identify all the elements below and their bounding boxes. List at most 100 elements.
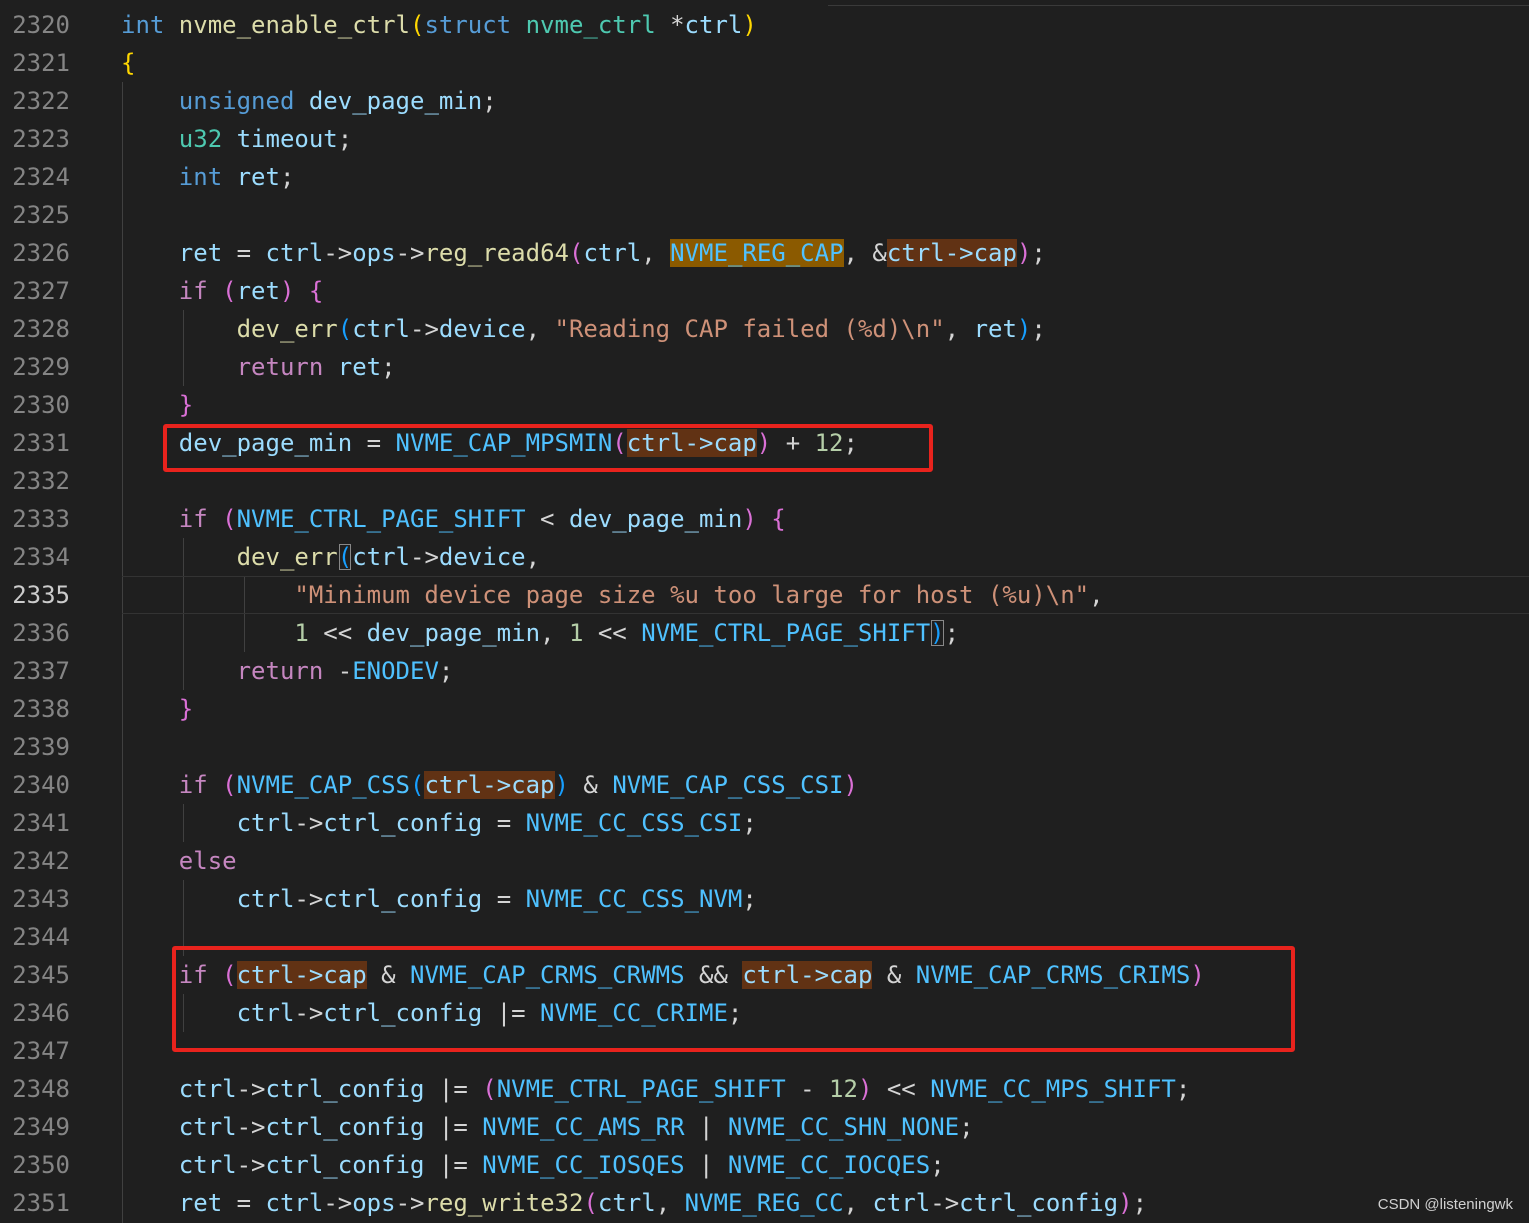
code-token: ctrl	[265, 1189, 324, 1217]
code-token: ,	[1089, 581, 1104, 609]
code-token: device	[438, 315, 526, 343]
code-token: )	[930, 619, 945, 647]
code-token: NVME_REG_CAP	[670, 239, 844, 267]
code-text: ctrl->ctrl_config = NVME_CC_CSS_CSI;	[121, 804, 757, 842]
code-text: "Minimum device page size %u too large f…	[121, 576, 1104, 614]
code-text: int nvme_enable_ctrl(struct nvme_ctrl *c…	[121, 6, 757, 44]
code-token: dev_page_min	[568, 505, 743, 533]
line-number: 2329	[12, 353, 70, 381]
code-token: ctrl_config	[265, 1151, 425, 1179]
code-line[interactable]: 2324 int ret;	[0, 158, 1529, 196]
code-line[interactable]: 2321 {	[0, 44, 1529, 82]
code-token: ops	[352, 1189, 396, 1217]
code-text: ret = ctrl->ops->reg_read64(ctrl, NVME_R…	[121, 234, 1046, 272]
code-token: ctrl	[178, 1151, 237, 1179]
code-line[interactable]: 2335 "Minimum device page size %u too la…	[0, 576, 1529, 614]
code-line[interactable]: 2341 ctrl->ctrl_config = NVME_CC_CSS_CSI…	[0, 804, 1529, 842]
line-number: 2332	[12, 467, 70, 495]
code-token: ctrl	[236, 809, 295, 837]
code-line[interactable]: 2320 int nvme_enable_ctrl(struct nvme_ctr…	[0, 6, 1529, 44]
line-number: 2348	[12, 1075, 70, 1103]
code-line[interactable]: 2348 ctrl->ctrl_config |= (NVME_CTRL_PAG…	[0, 1070, 1529, 1108]
code-token: ENODEV	[352, 657, 439, 685]
line-number: 2338	[12, 695, 70, 723]
line-number: 2342	[12, 847, 70, 875]
code-line[interactable]: 2343 ctrl->ctrl_config = NVME_CC_CSS_NVM…	[0, 880, 1529, 918]
code-line[interactable]: 2342 else	[0, 842, 1529, 880]
code-text: unsigned dev_page_min;	[121, 82, 497, 120]
code-token: ctrl	[265, 239, 324, 267]
line-number: 2334	[12, 543, 70, 571]
code-token: ctrl_config	[265, 1113, 425, 1141]
code-line[interactable]: 2330 }	[0, 386, 1529, 424]
code-text: if (NVME_CTRL_PAGE_SHIFT < dev_page_min)…	[121, 500, 786, 538]
line-number: 2347	[12, 1037, 70, 1065]
code-token: NVME_CC_IOSQES	[482, 1151, 685, 1179]
code-line[interactable]: 2334 dev_err(ctrl->device,	[0, 538, 1529, 576]
code-token: device	[438, 543, 526, 571]
code-line[interactable]: 2351 ret = ctrl->ops->reg_write32(ctrl, …	[0, 1184, 1529, 1222]
code-line[interactable]: 2336 1 << dev_page_min, 1 << NVME_CTRL_P…	[0, 614, 1529, 652]
code-token: ;	[1175, 1075, 1191, 1103]
code-token: (	[409, 11, 425, 39]
code-line[interactable]: 2350 ctrl->ctrl_config |= NVME_CC_IOSQES…	[0, 1146, 1529, 1184]
code-token: timeout	[236, 125, 338, 153]
code-line[interactable]: 2340 if (NVME_CAP_CSS(ctrl->cap) & NVME_…	[0, 766, 1529, 804]
code-token: ;	[742, 885, 757, 913]
code-line[interactable]: 2333 if (NVME_CTRL_PAGE_SHIFT < dev_page…	[0, 500, 1529, 538]
code-line[interactable]: 2339	[0, 728, 1529, 766]
code-token: )	[742, 505, 772, 533]
line-number: 2336	[12, 619, 70, 647]
code-token: nvme_ctrl	[525, 11, 671, 39]
code-line[interactable]: 2337 return -ENODEV;	[0, 652, 1529, 690]
code-token: ;	[438, 657, 454, 685]
code-token: (	[337, 543, 353, 571]
code-token: (	[410, 771, 425, 799]
code-text: ctrl->ctrl_config |= NVME_CC_IOSQES | NV…	[121, 1146, 945, 1184]
code-text: else	[121, 842, 237, 880]
code-line[interactable]: 2322 unsigned dev_page_min;	[0, 82, 1529, 120]
code-token: &	[568, 771, 613, 799]
code-line[interactable]: 2329 return ret;	[0, 348, 1529, 386]
code-token: ->	[410, 543, 439, 571]
code-token: ctrl_config	[323, 885, 483, 913]
code-token: nvme_enable_ctrl	[178, 11, 410, 39]
code-line[interactable]: 2338 }	[0, 690, 1529, 728]
code-token: |=	[424, 1151, 483, 1179]
line-number: 2339	[12, 733, 70, 761]
code-token: )	[1016, 239, 1032, 267]
code-token: (	[337, 315, 353, 343]
code-line[interactable]: 2326 ret = ctrl->ops->reg_read64(ctrl, N…	[0, 234, 1529, 272]
code-token: ,	[843, 1189, 873, 1217]
code-line[interactable]: 2325	[0, 196, 1529, 234]
line-number: 2321	[12, 49, 70, 77]
code-token: NVME_REG_CC	[684, 1189, 844, 1217]
code-line[interactable]: 2328 dev_err(ctrl->device, "Reading CAP …	[0, 310, 1529, 348]
code-token: ;	[279, 163, 295, 191]
code-token: NVME_CC_MPS_SHIFT	[930, 1075, 1176, 1103]
code-token: <	[525, 505, 569, 533]
code-line[interactable]: 2349 ctrl->ctrl_config |= NVME_CC_AMS_RR…	[0, 1108, 1529, 1146]
code-token: (	[222, 277, 237, 305]
code-token: =	[222, 239, 266, 267]
code-token: , &	[843, 239, 887, 267]
code-token: ,	[641, 239, 671, 267]
code-line[interactable]: 2323 u32 timeout;	[0, 120, 1529, 158]
code-token: if	[178, 771, 223, 799]
code-token: (	[482, 1075, 497, 1103]
code-text: ctrl->ctrl_config = NVME_CC_CSS_NVM;	[121, 880, 757, 918]
code-token: ctrl	[583, 239, 642, 267]
code-line[interactable]: 2327 if (ret) {	[0, 272, 1529, 310]
code-token: |	[684, 1151, 728, 1179]
line-number: 2346	[12, 999, 70, 1027]
code-token: )	[279, 277, 309, 305]
code-token: ->	[236, 1075, 266, 1103]
code-token: )	[554, 771, 569, 799]
